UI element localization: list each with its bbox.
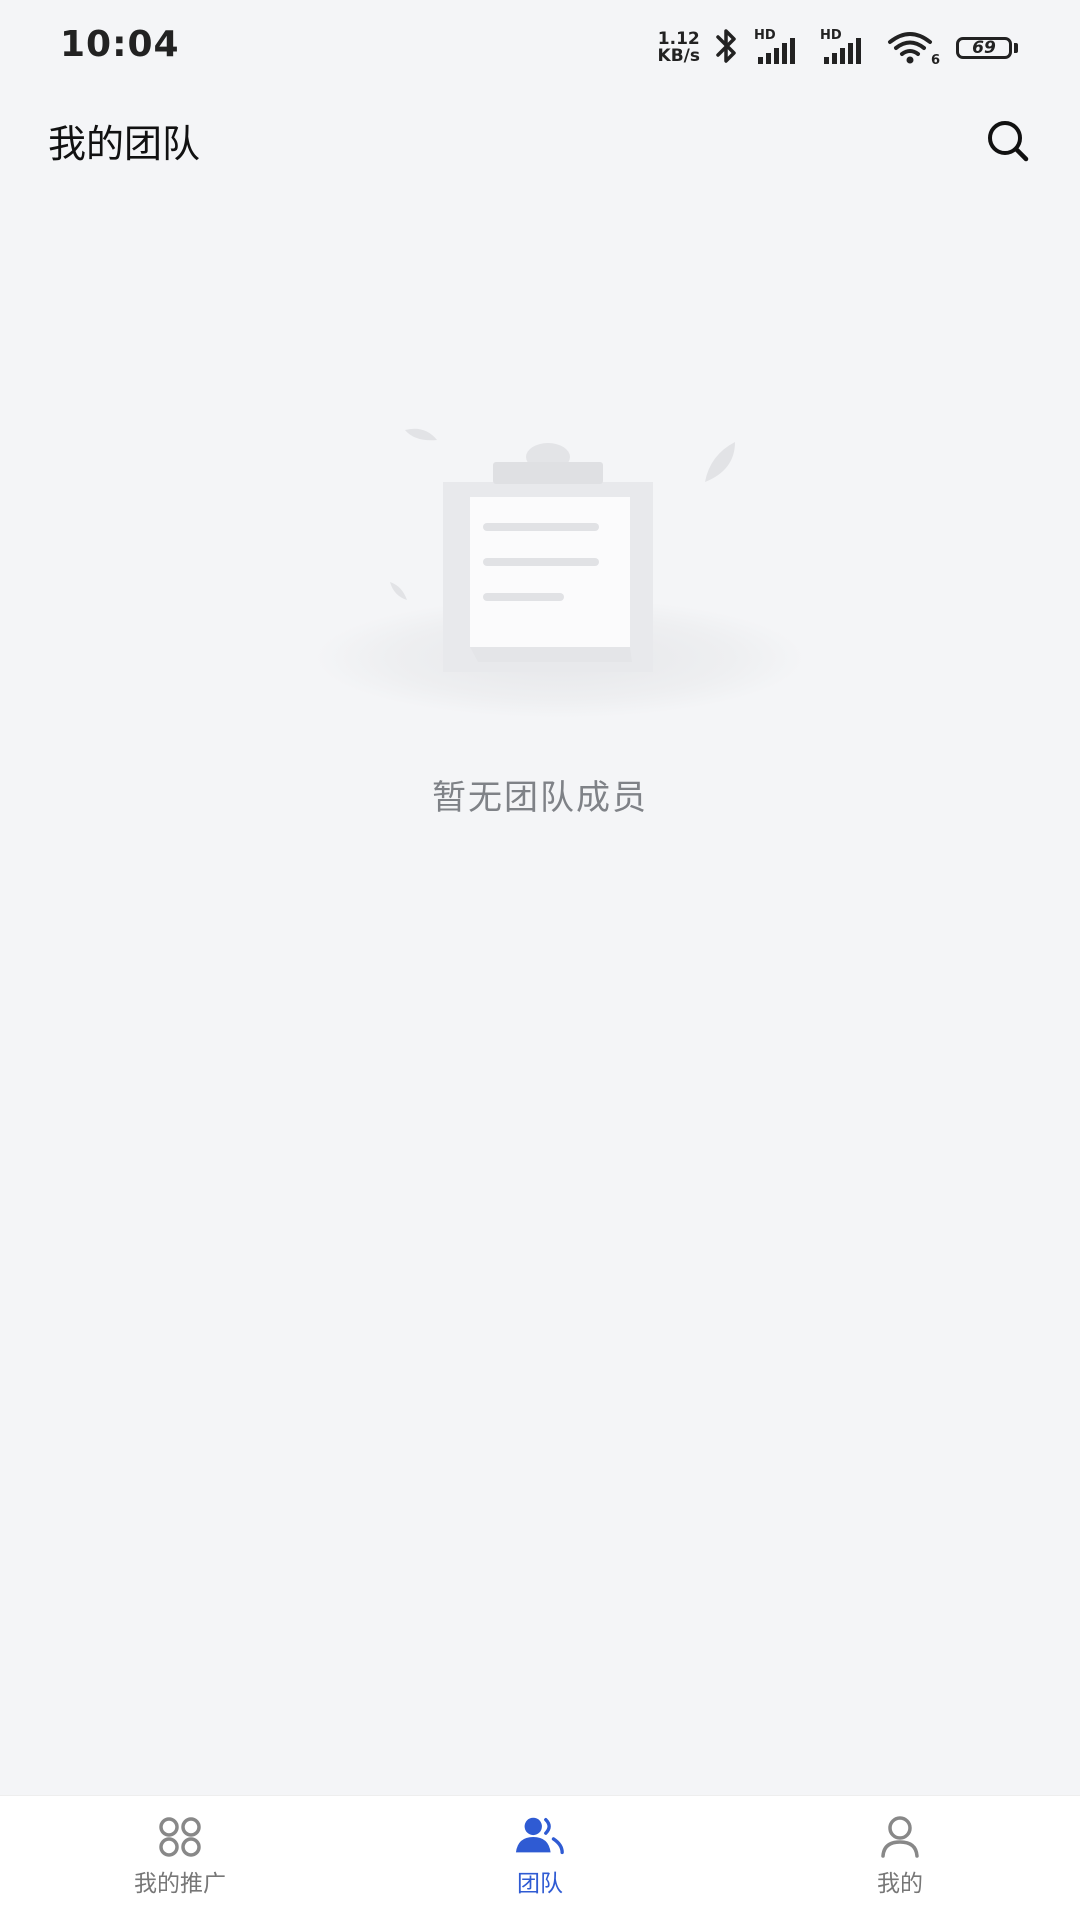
wifi-icon: 6 <box>886 28 942 68</box>
search-button[interactable] <box>980 115 1036 171</box>
app-header: 我的团队 <box>0 95 1080 205</box>
page-title: 我的团队 <box>48 122 201 166</box>
cell-signal-1-icon: HD <box>754 28 806 68</box>
grid-icon <box>154 1814 206 1860</box>
empty-message: 暂无团队成员 <box>432 778 648 818</box>
app-screen: 10:04 1.12 KB/s HD HD 6 69 我的团队 暂无团队成员 我… <box>0 0 1080 1920</box>
network-speed: 1.12 KB/s <box>658 31 700 65</box>
nav-item-promotion[interactable]: 我的推广 <box>0 1796 360 1920</box>
battery-tip <box>1014 43 1018 53</box>
cell-signal-2-icon: HD <box>820 28 872 68</box>
status-bar: 10:04 1.12 KB/s HD HD 6 69 <box>0 0 1080 95</box>
user-icon <box>874 1814 926 1860</box>
nav-item-mine[interactable]: 我的 <box>720 1796 1080 1920</box>
bluetooth-icon <box>714 28 740 68</box>
search-icon <box>985 118 1031 168</box>
nav-label-team: 团队 <box>517 1871 563 1897</box>
empty-clipboard-icon <box>310 400 810 730</box>
nav-label-mine: 我的 <box>877 1871 923 1897</box>
team-icon <box>514 1814 566 1860</box>
status-time: 10:04 <box>60 24 180 65</box>
nav-label-promotion: 我的推广 <box>134 1871 226 1897</box>
battery-level: 69 <box>956 37 1012 59</box>
nav-item-team[interactable]: 团队 <box>360 1796 720 1920</box>
network-speed-unit: KB/s <box>657 46 700 66</box>
status-icons: 1.12 KB/s HD HD 6 69 <box>658 26 1020 70</box>
bottom-navigation: 我的推广 团队 我的 <box>0 1795 1080 1920</box>
battery-indicator: 69 <box>956 34 1020 62</box>
wifi-label: 6 <box>930 53 940 68</box>
